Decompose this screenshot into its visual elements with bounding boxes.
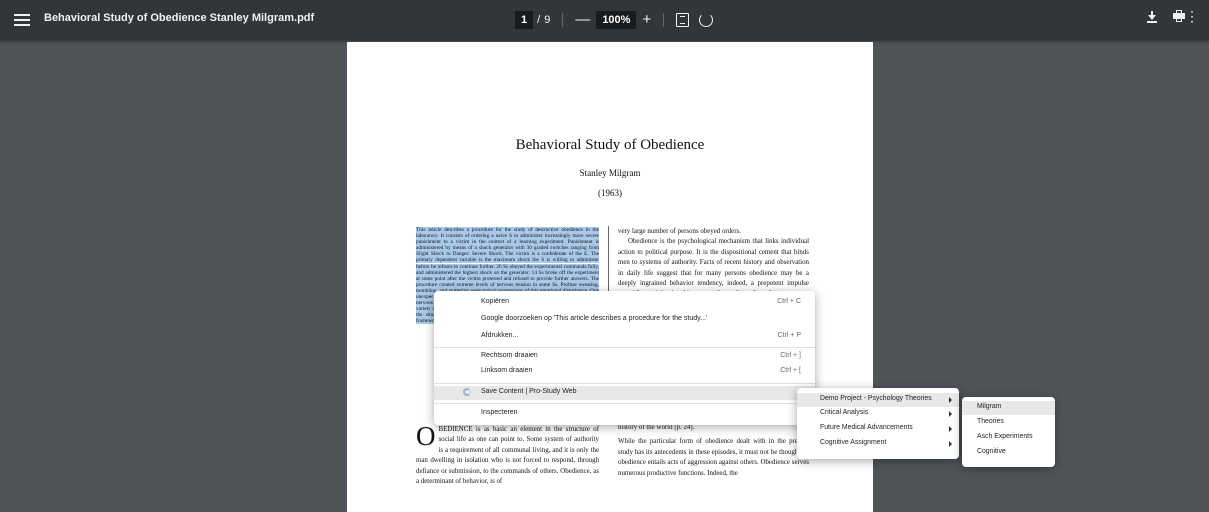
download-icon[interactable]	[1147, 10, 1157, 24]
toolbar-actions: ⋮	[1147, 9, 1199, 24]
paper-author: Stanley Milgram	[579, 168, 641, 178]
paper-title: Behavioral Study of Obedience	[515, 137, 705, 153]
print-icon[interactable]	[1173, 10, 1185, 22]
rotate-icon[interactable]	[699, 13, 714, 27]
menu-item-print[interactable]: Afdrukken... Ctrl + P	[434, 330, 815, 344]
zoom-input[interactable]: 100%	[596, 11, 637, 29]
body-right-column: history of the world [p. 24]. While the …	[618, 424, 809, 477]
page-zoom-controls: 1 / 9 — 100% +	[515, 10, 714, 30]
menu-divider	[434, 403, 815, 404]
page-separator: /	[537, 14, 541, 26]
submenu-item-folder[interactable]: Cognitive	[962, 446, 1055, 460]
toolbar-divider	[663, 13, 665, 27]
pdf-page: Behavioral Study of Obedience Stanley Mi…	[347, 42, 873, 512]
menu-item-copy[interactable]: Kopiëren Ctrl + C	[434, 296, 815, 310]
menu-divider	[434, 383, 815, 384]
submenu-item-project[interactable]: Future Medical Advancements	[797, 422, 959, 436]
document-title: Behavioral Study of Obedience Stanley Mi…	[44, 12, 315, 24]
chevron-right-icon	[949, 426, 952, 432]
body-left-column: O BEDIENCE is as basic an element in the …	[416, 421, 599, 486]
menu-item-rotate-counterclockwise[interactable]: Linksom draaien Ctrl + [	[434, 365, 815, 379]
paper-year: (1963)	[598, 188, 622, 198]
pdf-toolbar: Behavioral Study of Obedience Stanley Mi…	[0, 0, 1209, 40]
chevron-right-icon	[949, 411, 952, 417]
submenu-item-folder[interactable]: Theories	[962, 416, 1055, 430]
submenu-item-folder[interactable]: Milgram	[962, 401, 1055, 415]
submenu-item-folder[interactable]: Asch Experiments	[962, 431, 1055, 445]
fit-page-icon[interactable]	[676, 13, 690, 27]
submenu-item-project[interactable]: Demo Project - Psychology Theories	[797, 393, 959, 407]
submenu-item-project[interactable]: Critical Analysis	[797, 407, 959, 421]
menu-item-search-google[interactable]: Google doorzoeken op 'This article descr…	[434, 313, 815, 327]
menu-icon[interactable]	[14, 12, 30, 28]
more-icon[interactable]: ⋮	[1185, 9, 1199, 23]
submenu-item-project[interactable]: Cognitive Assignment	[797, 437, 959, 451]
drop-cap: O	[416, 421, 436, 451]
toolbar-divider	[562, 13, 564, 27]
page-total: 9	[544, 14, 551, 26]
projects-submenu: Demo Project - Psychology Theories Criti…	[797, 388, 959, 459]
pro-study-extension-icon	[463, 388, 471, 396]
menu-divider	[434, 347, 815, 348]
zoom-in-button[interactable]: +	[642, 12, 651, 27]
chevron-right-icon	[949, 397, 952, 403]
folders-submenu: Milgram Theories Asch Experiments Cognit…	[962, 397, 1055, 467]
right-column-text: very large number of persons obeyed orde…	[618, 228, 809, 297]
context-menu: Kopiëren Ctrl + C Google doorzoeken op 'T…	[434, 291, 815, 425]
menu-item-rotate-clockwise[interactable]: Rechtsom draaien Ctrl + ]	[434, 350, 815, 364]
page-number-input[interactable]: 1	[515, 11, 534, 29]
menu-item-save-content[interactable]: Save Content | Pro-Study Web	[434, 386, 815, 400]
menu-item-inspect[interactable]: Inspecteren	[434, 407, 815, 421]
chevron-right-icon	[949, 441, 952, 447]
zoom-out-button[interactable]: —	[575, 12, 590, 27]
